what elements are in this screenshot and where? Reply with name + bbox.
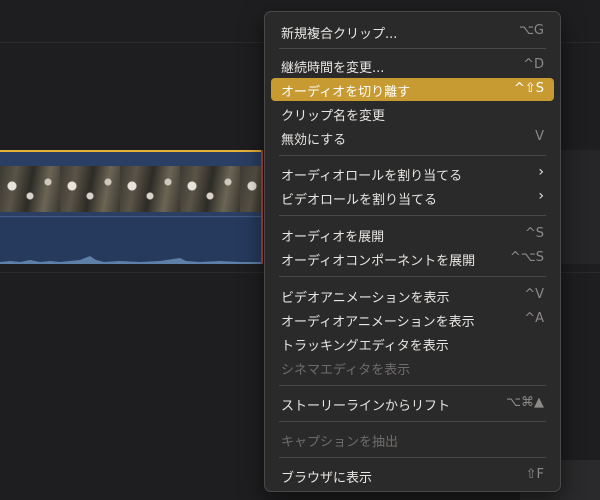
menu-item-label: オーディオを切り離す [281,85,411,100]
menu-separator [279,276,546,277]
menu-item-reveal-in-browser[interactable]: ブラウザに表示 ⇧F [271,464,554,487]
menu-item-shortcut: ⌥G [518,23,544,38]
menu-item-label: オーディオを展開 [281,230,385,245]
menu-item-assign-audio-role[interactable]: オーディオロールを割り当てる › [271,162,554,185]
menu-item-label: オーディオアニメーションを表示 [281,315,475,330]
menu-item-label: キャプションを抽出 [281,435,399,450]
menu-item-label: ビデオアニメーションを表示 [281,291,450,306]
menu-item-show-video-animation[interactable]: ビデオアニメーションを表示 ^V [271,284,554,307]
menu-separator [279,385,546,386]
clip-divider [0,216,261,217]
menu-separator [279,457,546,458]
clip-trim-edge[interactable] [261,150,263,264]
menu-item-label: ブラウザに表示 [281,471,373,486]
menu-item-show-cinematic-editor: シネマエディタを表示 [271,356,554,379]
menu-item-extract-captions: キャプションを抽出 [271,428,554,451]
menu-item-show-tracking-editor[interactable]: トラッキングエディタを表示 [271,332,554,355]
menu-item-label: オーディオコンポーネントを展開 [281,254,476,269]
timeline-clip[interactable] [0,150,263,264]
menu-item-shortcut: ^⌥S [509,250,544,265]
chevron-right-icon: › [538,164,544,180]
menu-item-lift-from-storyline[interactable]: ストーリーラインからリフト ⌥⌘▲ [271,392,554,415]
menu-item-label: 新規複合クリップ... [281,27,398,42]
chevron-right-icon: › [538,188,544,204]
menu-item-label: シネマエディタを表示 [281,363,411,378]
menu-item-assign-video-role[interactable]: ビデオロールを割り当てる › [271,186,554,209]
menu-item-label: 継続時間を変更... [281,61,385,76]
menu-item-rename-clip[interactable]: クリップ名を変更 [271,102,554,125]
menu-separator [279,215,546,216]
menu-item-detach-audio[interactable]: オーディオを切り離す ^⇧S [271,78,554,101]
menu-item-expand-audio-components[interactable]: オーディオコンポーネントを展開 ^⌥S [271,247,554,270]
context-menu: 新規複合クリップ... ⌥G 継続時間を変更... ^D オーディオを切り離す … [264,11,561,492]
menu-separator [279,155,546,156]
menu-item-label: ビデオロールを割り当てる [281,193,438,208]
menu-item-shortcut: V [535,129,544,144]
menu-item-new-compound-clip[interactable]: 新規複合クリップ... ⌥G [271,20,554,43]
menu-separator [279,48,546,49]
menu-item-shortcut: ^V [524,287,544,302]
menu-separator [279,421,546,422]
menu-item-shortcut: ^⇧S [513,81,544,96]
menu-item-label: 無効にする [281,133,347,148]
menu-item-expand-audio[interactable]: オーディオを展開 ^S [271,223,554,246]
menu-item-change-duration[interactable]: 継続時間を変更... ^D [271,54,554,77]
menu-item-label: トラッキングエディタを表示 [281,339,449,354]
menu-item-shortcut: ^D [523,57,544,72]
timeline-lane [560,150,600,264]
clip-filmstrip-thumbnails [0,166,261,212]
menu-item-label: オーディオロールを割り当てる [281,169,463,184]
menu-item-shortcut: ^S [524,226,544,241]
menu-item-show-audio-animation[interactable]: オーディオアニメーションを表示 ^A [271,308,554,331]
menu-item-shortcut: ^A [524,311,544,326]
menu-item-shortcut: ⇧F [525,467,544,482]
menu-item-disable[interactable]: 無効にする V [271,126,554,149]
menu-item-shortcut: ⌥⌘▲ [506,395,544,410]
menu-item-label: ストーリーラインからリフト [281,399,451,414]
menu-item-label: クリップ名を変更 [281,109,386,124]
clip-audio-waveform [0,218,261,264]
